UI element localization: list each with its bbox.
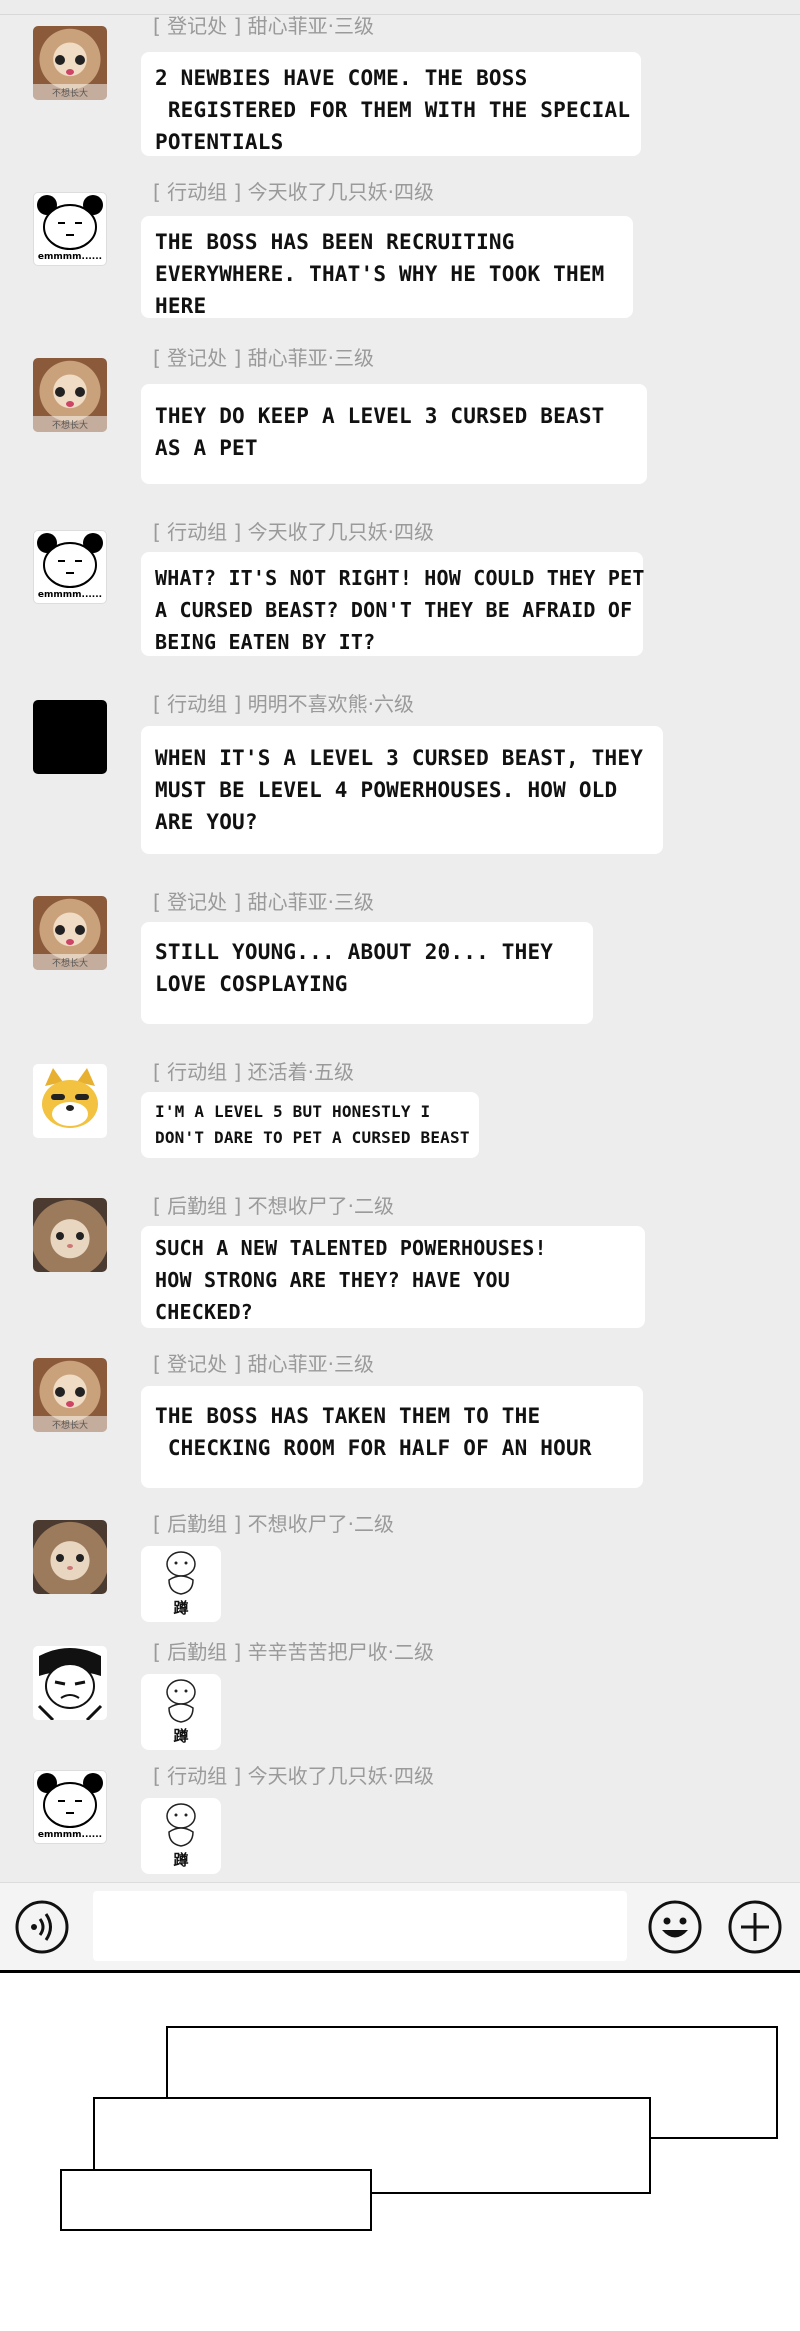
kitten-avatar-icon: [56, 1232, 84, 1248]
message-line: SUCH A NEW TALENTED POWERHOUSES!: [155, 1236, 547, 1260]
chat-area[interactable]: 不想长大 [ 登记处 ] 甜心菲亚·三级 2 NEWBIES HAVE COME…: [0, 0, 800, 1882]
avatar[interactable]: emmmm......: [33, 1770, 107, 1844]
avatar[interactable]: emmmm......: [33, 530, 107, 604]
avatar[interactable]: emmmm......: [33, 192, 107, 266]
message-line: STILL YOUNG... ABOUT 20... THEY: [155, 940, 554, 964]
sender-name: [ 行动组 ] 还活着·五级: [153, 1060, 355, 1084]
message-line: THEY DO KEEP A LEVEL 3 CURSED BEAST: [155, 404, 605, 428]
voice-button[interactable]: [14, 1899, 70, 1955]
svg-text:不想长大: 不想长大: [52, 419, 88, 431]
empty-caption-box: [60, 2169, 372, 2231]
sender-name: [ 登记处 ] 甜心菲亚·三级: [153, 14, 375, 38]
sender-name: [ 行动组 ] 今天收了几只妖·四级: [153, 520, 435, 544]
message-bubble[interactable]: SUCH A NEW TALENTED POWERHOUSES! HOW STR…: [141, 1226, 645, 1328]
message-line: BEING EATEN BY IT?: [155, 630, 376, 654]
sender-name: [ 登记处 ] 甜心菲亚·三级: [153, 1352, 375, 1376]
sticker-message[interactable]: 蹲: [141, 1674, 221, 1750]
svg-text:emmmm......: emmmm......: [38, 252, 102, 262]
panda-avatar-icon: emmmm......: [37, 533, 103, 600]
cat-avatar-icon: 不想长大: [33, 925, 107, 970]
message-line: REGISTERED FOR THEM WITH THE SPECIAL: [155, 98, 631, 122]
empty-caption-panel: [0, 1973, 800, 2331]
message-bubble[interactable]: WHAT? IT'S NOT RIGHT! HOW COULD THEY PET…: [141, 552, 645, 656]
cat-avatar-icon: 不想长大: [33, 55, 107, 100]
svg-text:emmmm......: emmmm......: [38, 590, 102, 600]
message-bubble[interactable]: THE BOSS HAS TAKEN THEM TO THE CHECKING …: [141, 1386, 643, 1488]
avatar[interactable]: [33, 1198, 107, 1272]
message-line: WHEN IT'S A LEVEL 3 CURSED BEAST, THEY: [155, 746, 644, 770]
avatar[interactable]: [33, 700, 107, 774]
message-line: HERE: [155, 294, 207, 318]
message-line: EVERYWHERE. THAT'S WHY HE TOOK THEM: [155, 262, 605, 286]
message-line: MUST BE LEVEL 4 POWERHOUSES. HOW OLD: [155, 778, 618, 802]
sender-name: [ 后勤组 ] 辛辛苦苦把尸收·二级: [153, 1640, 435, 1664]
svg-text:不想长大: 不想长大: [52, 87, 88, 99]
sticker-caption: 蹲: [173, 1599, 189, 1617]
message-line: AS A PET: [155, 436, 258, 460]
message-line: CHECKED?: [155, 1300, 253, 1324]
message-line: THE BOSS HAS TAKEN THEM TO THE: [155, 1404, 541, 1428]
avatar[interactable]: [33, 1646, 107, 1720]
message-line: WHAT? IT'S NOT RIGHT! HOW COULD THEY PET: [155, 566, 645, 590]
sender-name: [ 登记处 ] 甜心菲亚·三级: [153, 346, 375, 370]
message-line: LOVE COSPLAYING: [155, 972, 348, 996]
squat-sticker-icon: [166, 1551, 196, 1595]
manga-avatar-icon: [37, 1648, 103, 1720]
message-bubble[interactable]: 2 NEWBIES HAVE COME. THE BOSS REGISTERED…: [141, 52, 641, 156]
cat-avatar-icon: 不想长大: [33, 1387, 107, 1432]
squat-sticker-icon: [166, 1803, 196, 1847]
cat-avatar-icon: 不想长大: [33, 387, 107, 432]
plus-icon: [728, 1900, 782, 1954]
avatar[interactable]: 不想长大: [33, 896, 107, 970]
emoji-button[interactable]: [647, 1899, 703, 1955]
message-bubble[interactable]: WHEN IT'S A LEVEL 3 CURSED BEAST, THEY M…: [141, 726, 663, 854]
input-bar: [0, 1882, 800, 1971]
panda-avatar-icon: emmmm......: [37, 1773, 103, 1840]
doge-avatar-icon: [42, 1068, 98, 1128]
message-bubble[interactable]: I'M A LEVEL 5 BUT HONESTLY I DON'T DARE …: [141, 1092, 479, 1158]
sender-name: [ 行动组 ] 明明不喜欢熊·六级: [153, 692, 415, 716]
emoji-icon: [648, 1900, 702, 1954]
avatar[interactable]: 不想长大: [33, 358, 107, 432]
message-input[interactable]: [93, 1891, 627, 1961]
message-line: A CURSED BEAST? DON'T THEY BE AFRAID OF: [155, 598, 633, 622]
sender-name: [ 登记处 ] 甜心菲亚·三级: [153, 890, 375, 914]
message-line: POTENTIALS: [155, 130, 284, 154]
sticker-message[interactable]: 蹲: [141, 1546, 221, 1622]
avatar[interactable]: 不想长大: [33, 26, 107, 100]
avatar[interactable]: 不想长大: [33, 1358, 107, 1432]
message-line: HOW STRONG ARE THEY? HAVE YOU: [155, 1268, 510, 1292]
svg-text:不想长大: 不想长大: [52, 1419, 88, 1431]
plus-button[interactable]: [727, 1899, 783, 1955]
sender-name: [ 后勤组 ] 不想收尸了·二级: [153, 1512, 395, 1536]
sticker-caption: 蹲: [173, 1727, 189, 1745]
message-bubble[interactable]: THEY DO KEEP A LEVEL 3 CURSED BEAST AS A…: [141, 384, 647, 484]
sender-name: [ 行动组 ] 今天收了几只妖·四级: [153, 1764, 435, 1788]
sticker-caption: 蹲: [173, 1851, 189, 1869]
message-line: 2 NEWBIES HAVE COME. THE BOSS: [155, 66, 528, 90]
sender-name: [ 行动组 ] 今天收了几只妖·四级: [153, 180, 435, 204]
message-bubble[interactable]: THE BOSS HAS BEEN RECRUITING EVERYWHERE.…: [141, 216, 633, 318]
message-line: I'M A LEVEL 5 BUT HONESTLY I: [155, 1102, 431, 1121]
sender-name: [ 后勤组 ] 不想收尸了·二级: [153, 1194, 395, 1218]
message-bubble[interactable]: STILL YOUNG... ABOUT 20... THEY LOVE COS…: [141, 922, 593, 1024]
kitten-avatar-icon: [56, 1554, 84, 1570]
avatar[interactable]: [33, 1520, 107, 1594]
sticker-message[interactable]: 蹲: [141, 1798, 221, 1874]
message-line: CHECKING ROOM FOR HALF OF AN HOUR: [155, 1436, 592, 1460]
panda-avatar-icon: emmmm......: [37, 195, 103, 262]
squat-sticker-icon: [166, 1679, 196, 1723]
message-line: ARE YOU?: [155, 810, 258, 834]
message-line: THE BOSS HAS BEEN RECRUITING: [155, 230, 515, 254]
svg-text:不想长大: 不想长大: [52, 957, 88, 969]
voice-icon: [15, 1900, 69, 1954]
svg-text:emmmm......: emmmm......: [38, 1830, 102, 1840]
message-line: DON'T DARE TO PET A CURSED BEAST: [155, 1128, 470, 1147]
avatar[interactable]: [33, 1064, 107, 1138]
